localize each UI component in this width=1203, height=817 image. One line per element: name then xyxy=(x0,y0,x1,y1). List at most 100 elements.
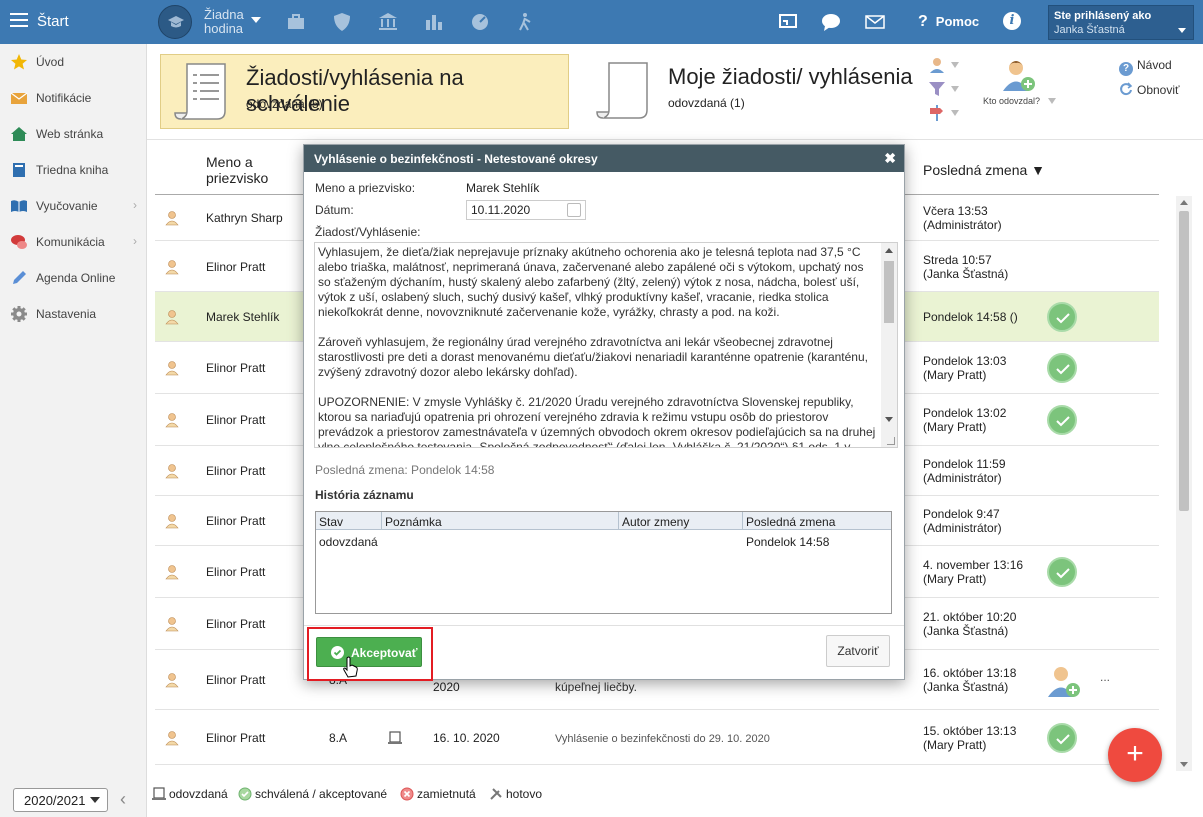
shield-icon[interactable] xyxy=(332,12,352,32)
table-scrollbar[interactable] xyxy=(1176,196,1192,771)
add-button[interactable]: + xyxy=(1108,728,1162,782)
calendar-icon[interactable] xyxy=(567,203,581,217)
chevron-down-icon[interactable] xyxy=(951,86,959,92)
row-last-change: Včera 13:53 (Administrátor) xyxy=(923,204,1002,232)
row-last-change: Pondelok 13:03 (Mary Pratt) xyxy=(923,354,1007,382)
grid-header: Stav Poznámka Autor zmeny Posledná zmena xyxy=(316,512,891,530)
signpost-icon[interactable] xyxy=(928,104,946,122)
star-icon xyxy=(11,54,27,70)
school-year-select[interactable]: 2020/2021 xyxy=(13,788,108,812)
envelope-icon xyxy=(10,92,28,104)
refresh-link[interactable]: Obnoviť xyxy=(1119,82,1180,97)
add-user-icon[interactable] xyxy=(1002,58,1036,94)
row-last-change: 21. október 10:20 (Janka Šťastná) xyxy=(923,610,1017,638)
pen-icon xyxy=(13,271,26,284)
sidebar-item-uvod[interactable]: Úvod xyxy=(0,44,147,80)
close-button[interactable]: Zatvoriť xyxy=(826,635,890,667)
question-icon: ? xyxy=(1119,62,1133,76)
sidebar-item-label: Komunikácia xyxy=(36,235,105,249)
my-requests-card[interactable]: Moje žiadosti/ vyhlásenia odovzdaná (1) xyxy=(583,54,913,129)
cast-icon[interactable] xyxy=(778,12,798,32)
info-icon[interactable]: i xyxy=(1003,12,1021,30)
sidebar-item-label: Triedna kniha xyxy=(36,163,109,177)
chevron-down-icon xyxy=(90,797,100,803)
person-filter-icon[interactable] xyxy=(928,56,946,74)
row-last-change: Streda 10:57 (Janka Šťastná) xyxy=(923,253,1009,281)
chevron-down-icon[interactable] xyxy=(951,62,959,68)
tools-icon xyxy=(490,788,502,800)
start-link[interactable]: Štart xyxy=(37,13,69,30)
grid-col-status[interactable]: Stav xyxy=(319,515,343,529)
briefcase-icon[interactable] xyxy=(286,12,306,32)
funnel-icon[interactable] xyxy=(928,80,946,98)
who-submitted-filter[interactable]: Kto odovzdal? xyxy=(983,96,1040,106)
pending-requests-card[interactable]: Žiadosti/vyhlásenia na schválenie odovzd… xyxy=(160,54,569,129)
person-icon xyxy=(165,361,179,376)
row-class: 8.A xyxy=(329,731,348,745)
menu-icon[interactable] xyxy=(10,13,28,27)
chevron-down-icon[interactable] xyxy=(951,110,959,116)
guide-link[interactable]: ? Návod xyxy=(1119,58,1172,76)
date-field[interactable]: 10.11.2020 xyxy=(466,200,586,220)
row-name: Elinor Pratt xyxy=(206,617,266,631)
sidebar-item-komunikacia[interactable]: Komunikácia › xyxy=(0,224,147,260)
sidebar-item-triedna-kniha[interactable]: Triedna kniha xyxy=(0,152,147,188)
sidebar-item-label: Nastavenia xyxy=(36,307,97,321)
history-grid: Stav Poznámka Autor zmeny Posledná zmena… xyxy=(315,511,892,614)
row-last-change: Pondelok 11:59 (Administrátor) xyxy=(923,457,1006,485)
add-user-icon[interactable] xyxy=(1047,664,1081,700)
hiking-icon[interactable] xyxy=(516,12,536,32)
sidebar-item-label: Notifikácie xyxy=(36,91,92,105)
sidebar-item-vyucovanie[interactable]: Vyučovanie › xyxy=(0,188,147,224)
graduation-cap-icon[interactable] xyxy=(158,5,192,39)
person-icon xyxy=(165,514,179,529)
name-label: Meno a priezvisko: xyxy=(315,181,416,195)
approved-check-icon[interactable] xyxy=(1047,557,1077,587)
sidebar-item-agenda-online[interactable]: Agenda Online xyxy=(0,260,147,296)
person-icon xyxy=(165,673,179,688)
chevron-down-icon[interactable] xyxy=(1048,98,1056,104)
table-row[interactable]: Elinor Pratt 8.A 16. 10. 2020 Vyhlásenie o … xyxy=(155,710,1159,765)
approved-check-icon[interactable] xyxy=(1047,405,1077,435)
column-header-last-change[interactable]: Posledná zmena ▼ xyxy=(923,162,1045,178)
grid-col-author[interactable]: Autor zmeny xyxy=(622,515,689,529)
grid-col-note[interactable]: Poznámka xyxy=(385,515,442,529)
row-last-change: 16. október 13:18 (Janka Šťastná) xyxy=(923,666,1017,694)
approved-check-icon[interactable] xyxy=(1047,353,1077,383)
refresh-icon xyxy=(1120,82,1133,96)
sidebar-item-notifikacie[interactable]: Notifikácie xyxy=(0,80,147,116)
lesson-selector[interactable]: Žiadna hodina xyxy=(204,8,244,36)
legend-done: hotovo xyxy=(489,787,542,801)
approved-check-icon[interactable] xyxy=(1047,723,1077,753)
help-link[interactable]: ? Pomoc xyxy=(918,13,979,31)
scrollbar-thumb[interactable] xyxy=(884,261,894,323)
resize-handle[interactable] xyxy=(887,437,895,445)
scrollbar-thumb[interactable] xyxy=(1179,211,1189,511)
close-icon[interactable]: ✖ xyxy=(884,150,896,167)
sidebar-item-web-stranka[interactable]: Web stránka xyxy=(0,116,147,152)
request-textarea[interactable]: Vyhlasujem, že dieťa/žiak neprejavuje pr… xyxy=(314,242,898,448)
dialog-title: Vyhlásenie o bezinfekčnosti - Netestovan… xyxy=(304,145,904,172)
dashboard-icon[interactable] xyxy=(470,12,490,32)
bar-chart-icon[interactable] xyxy=(424,12,444,32)
bank-icon[interactable] xyxy=(378,12,398,32)
approved-check-icon[interactable] xyxy=(1047,302,1077,332)
grid-col-last-change[interactable]: Posledná zmena xyxy=(746,515,835,529)
row-last-change: Pondelok 14:58 () xyxy=(923,310,1018,324)
column-header-name[interactable]: Meno a priezvisko xyxy=(206,154,268,186)
chevron-down-icon[interactable] xyxy=(251,17,261,23)
more-options[interactable]: ... xyxy=(1100,670,1110,684)
last-change-text: Posledná zmena: Pondelok 14:58 xyxy=(315,463,495,477)
chat-icon[interactable] xyxy=(821,12,841,32)
textarea-scrollbar[interactable] xyxy=(881,243,897,447)
row-name: Elinor Pratt xyxy=(206,514,266,528)
chevron-right-icon: › xyxy=(133,234,137,248)
sidebar-item-label: Web stránka xyxy=(36,127,104,141)
sidebar-item-nastavenia[interactable]: Nastavenia xyxy=(0,296,147,332)
row-last-change: 4. november 13:16 (Mary Pratt) xyxy=(923,558,1024,586)
row-name: Marek Stehlík xyxy=(206,310,280,324)
user-menu[interactable]: Ste prihlásený ako Janka Šťastná xyxy=(1048,5,1194,40)
person-icon xyxy=(165,565,179,580)
collapse-sidebar-icon[interactable]: ‹ xyxy=(120,789,126,810)
envelope-icon[interactable] xyxy=(865,12,885,32)
